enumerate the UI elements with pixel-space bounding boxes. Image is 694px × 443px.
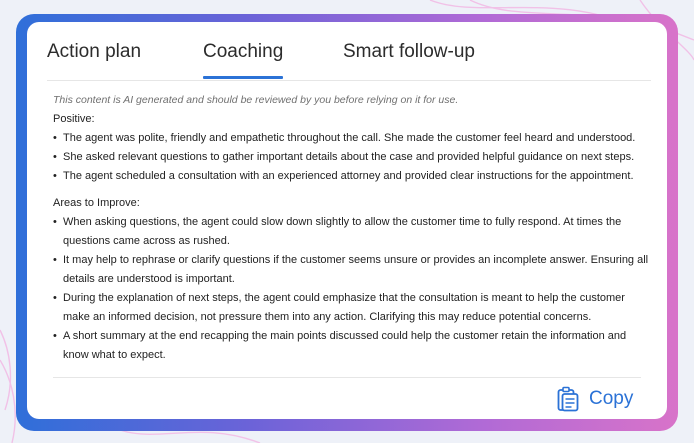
improve-heading: Areas to Improve: — [53, 197, 140, 209]
tab-action-plan[interactable]: Action plan — [47, 41, 141, 63]
ai-disclaimer: This content is AI generated and should … — [53, 94, 459, 106]
list-item: When asking questions, the agent could s… — [53, 213, 653, 251]
active-tab-indicator — [203, 76, 283, 79]
improve-list: When asking questions, the agent could s… — [53, 213, 653, 365]
list-item: She asked relevant questions to gather i… — [53, 148, 653, 167]
tab-bar: Action plan Coaching Smart follow-up — [27, 22, 667, 81]
copy-label: Copy — [589, 388, 634, 409]
copy-button[interactable]: Copy — [557, 384, 633, 414]
coaching-content: This content is AI generated and should … — [53, 91, 653, 365]
tab-divider — [47, 80, 651, 81]
positive-heading: Positive: — [53, 113, 95, 125]
list-item: During the explanation of next steps, th… — [53, 289, 653, 327]
list-item: The agent was polite, friendly and empat… — [53, 129, 653, 148]
tab-coaching[interactable]: Coaching — [203, 41, 283, 63]
tab-smart-follow-up[interactable]: Smart follow-up — [343, 41, 475, 63]
list-item: It may help to rephrase or clarify quest… — [53, 251, 653, 289]
list-item: The agent scheduled a consultation with … — [53, 167, 653, 186]
coaching-card: Action plan Coaching Smart follow-up Thi… — [27, 22, 667, 419]
list-item: A short summary at the end recapping the… — [53, 327, 653, 365]
positive-list: The agent was polite, friendly and empat… — [53, 129, 653, 186]
clipboard-icon — [557, 386, 579, 412]
footer-divider — [53, 377, 641, 378]
